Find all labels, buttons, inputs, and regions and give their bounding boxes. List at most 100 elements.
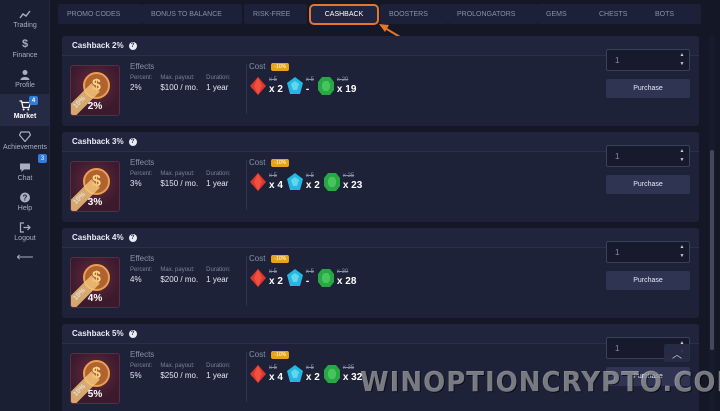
purchase-button[interactable]: Purchase bbox=[606, 79, 690, 98]
discount-badge: -10% bbox=[271, 62, 290, 71]
gem-old-cost: x 5 bbox=[305, 365, 314, 371]
max-payout-value: $250 / mo. bbox=[160, 371, 199, 380]
cost-section: Cost -10% x 5x 4x 5 x 2 x 25 x 23 bbox=[249, 158, 449, 191]
gem-cost: x 5- bbox=[286, 76, 314, 96]
help-icon: ? bbox=[19, 192, 31, 203]
quantity-input[interactable]: 1 ▲▼ bbox=[606, 241, 690, 263]
sidebar-item-label: Logout bbox=[14, 235, 36, 242]
chevron-up-icon[interactable]: ▲ bbox=[678, 148, 686, 155]
chevron-up-icon[interactable]: ▲ bbox=[678, 244, 686, 251]
cashback-image: $ 10% 3% bbox=[70, 161, 120, 212]
gem-cost-value: x 2 bbox=[305, 372, 320, 383]
sidebar-item-achievements[interactable]: Achievements bbox=[0, 126, 50, 156]
discount-badge: -10% bbox=[271, 254, 290, 263]
quantity-input[interactable]: 1 ▲▼ bbox=[606, 49, 690, 71]
gem-old-cost: x 20 bbox=[336, 77, 349, 83]
blue-gem-icon bbox=[286, 77, 303, 94]
sidebar-item-market[interactable]: Market 4 bbox=[0, 94, 50, 126]
percent-label: Percent: bbox=[130, 363, 153, 369]
tab-gems[interactable]: GEMS bbox=[537, 4, 591, 24]
divider bbox=[246, 160, 247, 210]
help-icon[interactable]: ? bbox=[128, 329, 137, 338]
sidebar-item-label: Chat bbox=[17, 175, 33, 182]
chart-icon bbox=[19, 9, 31, 20]
red-gem-icon bbox=[250, 365, 266, 383]
gem-old-cost: x 5 bbox=[269, 173, 278, 179]
chat-badge: 3 bbox=[38, 154, 47, 163]
effects-section: Effects Percent: 3% Max. payout: $150 / mo… bbox=[130, 158, 250, 188]
logout-icon bbox=[19, 222, 31, 233]
chevron-down-icon[interactable]: ▼ bbox=[678, 157, 686, 164]
cashback-card: Cashback 4% ? $ 10% 4% Effects Percent: 4… bbox=[62, 228, 699, 318]
green-gem-icon bbox=[317, 269, 334, 287]
gem-cost: x 5x 4 bbox=[249, 364, 283, 384]
gem-old-cost: x 25 bbox=[342, 173, 355, 179]
cashback-percent-label: 4% bbox=[87, 293, 103, 304]
tab-prolongators[interactable]: PROLONGATORS bbox=[448, 4, 537, 24]
sidebar-item-trading[interactable]: Trading bbox=[0, 4, 50, 34]
cost-section: Cost -10% x 5x 2x 5-x 20 x 19 bbox=[249, 62, 449, 95]
sidebar-item-help[interactable]: ? Help bbox=[0, 187, 50, 217]
scroll-to-top-button[interactable]: ︿ bbox=[664, 344, 690, 362]
purchase-button[interactable]: Purchase bbox=[606, 271, 690, 290]
gem-cost: x 5x 2 bbox=[286, 364, 320, 384]
cashback-image: $ 10% 5% bbox=[70, 353, 120, 404]
percent-value: 3% bbox=[130, 179, 142, 188]
sidebar-item-finance[interactable]: $ Finance bbox=[0, 34, 50, 64]
tab-risk-free[interactable]: RISK-FREE bbox=[244, 4, 307, 24]
quantity-stepper[interactable]: ▲▼ bbox=[678, 52, 686, 68]
sidebar-item-profile[interactable]: Profile bbox=[0, 64, 50, 94]
duration-value: 1 year bbox=[206, 371, 229, 380]
gem-cost: x 35 x 32 bbox=[323, 364, 362, 384]
green-gem-icon bbox=[323, 365, 340, 383]
cost-section: Cost -10% x 5x 2x 5-x 30 x 28 bbox=[249, 254, 449, 287]
collapse-sidebar-button[interactable]: ⟵ bbox=[0, 242, 50, 272]
chevron-down-icon[interactable]: ▼ bbox=[678, 253, 686, 260]
card-title: Cashback 5% bbox=[72, 329, 124, 338]
help-icon[interactable]: ? bbox=[128, 233, 137, 242]
gem-cost-value: x 19 bbox=[336, 84, 357, 95]
tab-promo-codes[interactable]: PROMO CODES bbox=[58, 4, 142, 24]
purchase-button[interactable]: Purchase bbox=[606, 175, 690, 194]
max-payout-label: Max. payout: bbox=[160, 171, 195, 177]
gem-cost-value: x 4 bbox=[269, 372, 283, 383]
duration-label: Duration: bbox=[206, 363, 231, 369]
quantity-stepper[interactable]: ▲▼ bbox=[678, 148, 686, 164]
tab-cashback[interactable]: CASHBACK bbox=[309, 4, 379, 25]
sidebar-item-label: Finance bbox=[12, 52, 38, 59]
gem-cost: x 5x 4 bbox=[249, 172, 283, 192]
chevron-down-icon[interactable]: ▼ bbox=[678, 61, 686, 68]
gem-cost-value: x 23 bbox=[342, 180, 363, 191]
sidebar-item-chat[interactable]: Chat 3 bbox=[0, 154, 50, 187]
gem-cost-value: x 2 bbox=[269, 276, 283, 287]
cost-title: Cost bbox=[249, 254, 266, 263]
blue-gem-icon bbox=[286, 173, 303, 190]
gem-cost-value: x 28 bbox=[336, 276, 357, 287]
help-icon[interactable]: ? bbox=[128, 137, 137, 146]
card-header: Cashback 5% ? bbox=[62, 324, 699, 344]
discount-badge: -10% bbox=[271, 158, 290, 167]
help-icon[interactable]: ? bbox=[128, 41, 137, 50]
chevron-up-icon[interactable]: ▲ bbox=[678, 52, 686, 59]
cost-section: Cost -10% x 5x 4x 5x 2x 35 x 32 bbox=[249, 350, 449, 383]
scrollbar-thumb[interactable] bbox=[710, 150, 714, 350]
chat-icon bbox=[19, 162, 31, 173]
max-payout-label: Max. payout: bbox=[160, 363, 195, 369]
card-header: Cashback 2% ? bbox=[62, 36, 699, 56]
tab-bots[interactable]: BOTS bbox=[646, 4, 701, 24]
cashback-image: $ 10% 4% bbox=[70, 257, 120, 308]
percent-value: 2% bbox=[130, 83, 142, 92]
effects-title: Effects bbox=[130, 254, 155, 263]
quantity-stepper[interactable]: ▲▼ bbox=[678, 244, 686, 260]
quantity-value: 1 bbox=[615, 343, 620, 353]
cashback-card: Cashback 3% ? $ 10% 3% Effects Percent: 3… bbox=[62, 132, 699, 222]
gem-cost-value: x 2 bbox=[305, 180, 320, 191]
divider bbox=[246, 352, 247, 402]
quantity-input[interactable]: 1 ▲▼ bbox=[606, 145, 690, 167]
tab-chests[interactable]: CHESTS bbox=[590, 4, 647, 24]
cost-title: Cost bbox=[249, 158, 266, 167]
max-payout-value: $200 / mo. bbox=[160, 275, 199, 284]
percent-value: 4% bbox=[130, 275, 142, 284]
blue-gem-icon bbox=[286, 269, 303, 286]
tab-bonus-to-balance[interactable]: BONUS TO BALANCE bbox=[142, 4, 242, 24]
